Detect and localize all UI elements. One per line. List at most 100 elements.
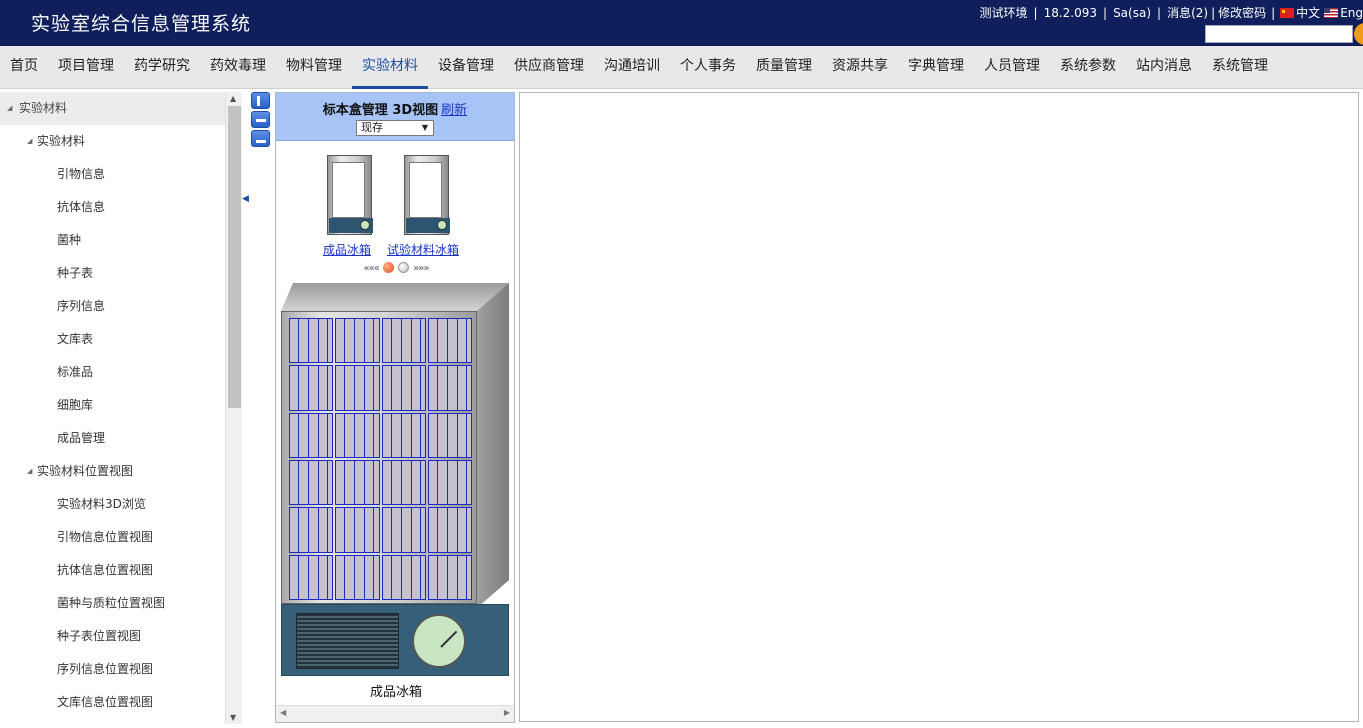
tree-leaf[interactable]: 序列信息 [0,290,225,323]
tree-item-label: 成品管理 [57,431,106,445]
rack-box[interactable] [427,412,472,458]
tree-item-label: 引物信息位置视图 [57,530,154,544]
nav-item-0[interactable]: 首页 [0,46,48,89]
nav-item-9[interactable]: 个人事务 [670,46,746,89]
nav-item-1[interactable]: 项目管理 [48,46,124,89]
tree-leaf[interactable]: 引物信息位置视图 [0,521,225,554]
scroll-left-icon[interactable]: ◀ [280,708,286,717]
nav-item-5[interactable]: 实验材料 [352,46,428,89]
nav-item-11[interactable]: 资源共享 [822,46,898,89]
nav-item-2[interactable]: 药学研究 [124,46,200,89]
top-header: 实验室综合信息管理系统 测试环境 | 18.2.093 | Sa(sa) | 消… [0,0,1363,46]
nav-item-13[interactable]: 人员管理 [974,46,1050,89]
scroll-thumb[interactable] [228,106,241,408]
tree-leaf[interactable]: 文库表 [0,323,225,356]
lang-cn-link[interactable]: 中文 [1296,4,1320,21]
page-dot[interactable] [398,262,409,273]
tree-leaf[interactable]: 细胞库 [0,389,225,422]
nav-item-6[interactable]: 设备管理 [428,46,504,89]
rack-box[interactable] [335,318,380,364]
expand-triangle-icon[interactable]: ◢ [27,125,32,158]
bottom-layout-icon[interactable] [251,130,270,147]
rack-box[interactable] [427,507,472,553]
change-password-link[interactable]: 修改密码 [1218,4,1266,21]
collapse-sidebar-icon[interactable]: ◀ [242,194,249,204]
nav-item-3[interactable]: 药效毒理 [200,46,276,89]
sidebar-scrollbar[interactable]: ▲ ▼ [225,92,242,724]
scroll-right-icon[interactable]: ▶ [504,708,510,717]
page-dot-active[interactable] [383,262,394,273]
tree-leaf[interactable]: 文库信息位置视图 [0,686,225,719]
next-page-icon[interactable]: »»» [413,263,429,274]
tree-leaf[interactable]: 序列信息位置视图 [0,653,225,686]
lang-en-link[interactable]: Eng [1340,6,1363,20]
messages-link[interactable]: 消息(2) [1167,4,1208,21]
tree-leaf[interactable]: 种子表位置视图 [0,620,225,653]
fridge-thumbnail[interactable] [404,155,451,237]
rack-box[interactable] [427,459,472,506]
rack-box[interactable] [289,318,334,364]
nav-item-8[interactable]: 沟通培训 [594,46,670,89]
tree-leaf[interactable]: 菌种与质粒位置视图 [0,587,225,620]
fridge-thumbnail[interactable] [327,155,374,237]
rack-box[interactable] [427,318,472,364]
rack-box[interactable] [381,412,426,458]
rack-box[interactable] [289,554,334,600]
vertical-layout-icon[interactable] [251,92,270,109]
nav-item-7[interactable]: 供应商管理 [504,46,594,89]
rack-box[interactable] [381,507,426,553]
tree-leaf[interactable]: 抗体信息位置视图 [0,554,225,587]
tree-leaf[interactable]: 引物信息 [0,158,225,191]
rack-box[interactable] [289,412,334,458]
expand-triangle-icon[interactable]: ◢ [27,455,32,488]
scroll-down-icon[interactable]: ▼ [230,713,236,722]
user-link[interactable]: Sa(sa) [1113,6,1151,20]
rack-box[interactable] [335,365,380,411]
nav-item-14[interactable]: 系统参数 [1050,46,1126,89]
tree-item-label: 种子表位置视图 [57,629,142,643]
tree-leaf[interactable]: 种子表 [0,257,225,290]
rack-box[interactable] [289,459,334,506]
tree-group[interactable]: ◢ 实验材料位置视图 [0,455,225,488]
fridge-link-materials[interactable]: 试验材料冰箱 [387,241,459,258]
nav-item-16[interactable]: 系统管理 [1202,46,1278,89]
refresh-link[interactable]: 刷新 [441,103,467,118]
rack-box[interactable] [335,507,380,553]
rack-box[interactable] [381,318,426,364]
tree-leaf[interactable]: 抗体信息 [0,191,225,224]
tree-item-label: 文库信息位置视图 [57,695,154,709]
tree-leaf[interactable]: 菌种 [0,224,225,257]
tree-group[interactable]: ◢ 实验材料 [0,125,225,158]
tree-root[interactable]: ◢ 实验材料 [0,92,225,125]
tree-leaf[interactable]: 成品管理 [0,422,225,455]
tree-item-label: 细胞库 [57,398,94,412]
scroll-up-icon[interactable]: ▲ [230,94,236,103]
rack-box[interactable] [289,365,334,411]
rack-box[interactable] [381,365,426,411]
panel-hscrollbar[interactable]: ◀ ▶ [276,705,514,722]
nav-item-15[interactable]: 站内消息 [1126,46,1202,89]
tree-leaf[interactable]: 实验材料3D浏览 [0,488,225,521]
status-select[interactable]: 现存 [356,120,434,136]
tree-item-label: 抗体信息位置视图 [57,563,154,577]
rack-box[interactable] [335,459,380,506]
horizontal-layout-icon[interactable] [251,111,270,128]
expand-triangle-icon[interactable]: ◢ [7,92,12,125]
fridge-link-finished[interactable]: 成品冰箱 [323,241,371,258]
rack-box[interactable] [381,459,426,506]
search-input[interactable] [1205,25,1353,43]
rack-box[interactable] [289,507,334,553]
rack-box[interactable] [381,554,426,600]
tree-leaf[interactable]: 标准品 [0,356,225,389]
rack-box[interactable] [335,554,380,600]
nav-item-4[interactable]: 物料管理 [276,46,352,89]
nav-item-12[interactable]: 字典管理 [898,46,974,89]
tree-item-label: 文库表 [57,332,94,346]
nav-item-10[interactable]: 质量管理 [746,46,822,89]
rack-box[interactable] [335,412,380,458]
fridge-3d-view [281,283,509,676]
rack-box[interactable] [427,554,472,600]
prev-page-icon[interactable]: ««« [363,263,379,274]
search-button[interactable] [1354,23,1363,45]
rack-box[interactable] [427,365,472,411]
